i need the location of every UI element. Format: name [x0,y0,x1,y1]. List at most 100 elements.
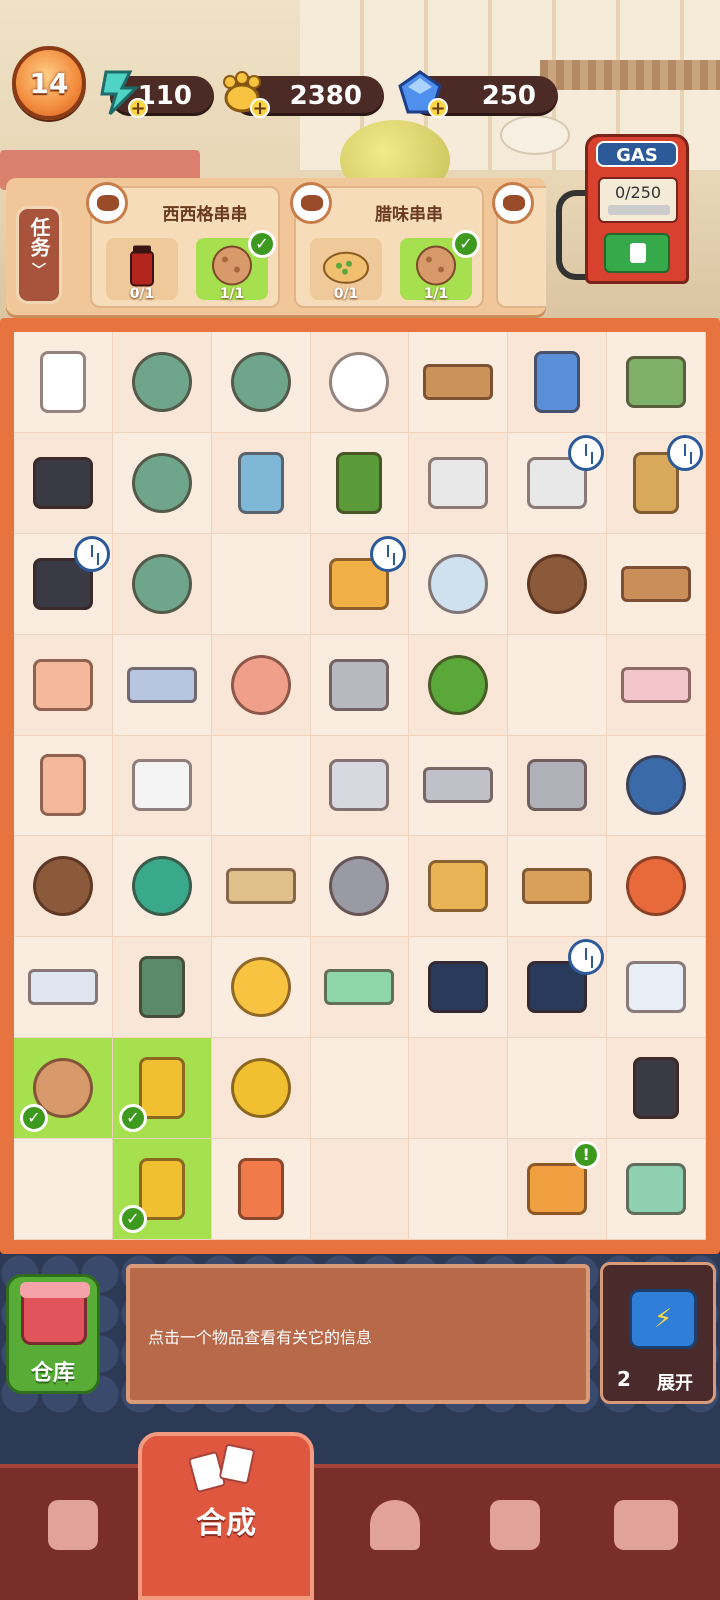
board-cell[interactable] [14,533,113,635]
board-cell[interactable] [409,735,509,837]
screw-icon[interactable] [329,856,390,917]
board-cell[interactable] [508,432,608,534]
sugar-cubes-icon[interactable] [131,759,192,812]
board-cell[interactable] [310,634,410,736]
bonsai-tree-icon[interactable] [336,451,383,514]
board-cell[interactable] [14,735,113,837]
task-tab-button[interactable]: 任务 ﹀ [16,206,62,304]
seaweed-rolls-icon[interactable] [32,456,93,509]
board-cell[interactable] [310,735,410,837]
add-gem-icon[interactable]: + [428,98,448,118]
order-slot[interactable]: 0/1 [106,238,178,302]
board-cell[interactable] [607,836,706,938]
board-cell[interactable] [112,332,212,433]
energy-counter[interactable]: + 110 [100,70,214,118]
board-cell[interactable] [211,937,311,1039]
player-level-badge[interactable]: 14 [12,46,86,120]
storage-button[interactable]: 仓库 [6,1274,100,1394]
board-cell[interactable] [310,533,410,635]
board-cell[interactable]: ✓ [14,1038,113,1140]
board-cell[interactable] [508,634,608,736]
pliers-2-icon[interactable] [138,1158,185,1221]
board-cell[interactable] [211,1038,311,1140]
nav-merge[interactable]: 合成 [138,1432,314,1600]
board-cell[interactable] [211,332,311,433]
skewer-plate-2-icon[interactable] [32,856,93,917]
expand-button[interactable]: 2 展开 [600,1262,716,1404]
board-cell[interactable] [14,332,113,433]
toaster-icon[interactable] [428,456,489,509]
skewer-pot-icon[interactable] [131,351,192,412]
folded-paper-icon[interactable] [39,754,86,817]
storage-chest-icon[interactable] [626,1163,687,1216]
board-cell[interactable] [508,533,608,635]
order-card-partial[interactable] [492,182,546,308]
board-cell[interactable] [508,836,608,938]
board-cell[interactable] [607,1038,706,1140]
board-cell[interactable]: ✓ [112,1038,212,1140]
ink-bottle-icon[interactable] [428,961,489,1014]
paper-stack-icon[interactable] [126,666,197,703]
board-cell[interactable] [409,533,509,635]
crumpled-paper-icon[interactable] [230,654,291,715]
board-cell[interactable] [112,634,212,736]
board-cell[interactable] [607,634,706,736]
board-cell[interactable] [409,634,509,736]
board-cell[interactable] [409,937,509,1039]
board-cell[interactable] [112,836,212,938]
skewer-plate-icon[interactable] [527,553,588,614]
board-cell[interactable] [508,937,608,1039]
board-cell[interactable] [607,735,706,837]
board-cell[interactable] [409,1139,509,1240]
hotpot-icon[interactable] [131,452,192,513]
board-cell[interactable] [211,1139,311,1240]
noodle-bowl-icon[interactable] [626,755,687,816]
nav-restaurant[interactable] [330,1470,460,1590]
paw-currency-counter[interactable]: + 2380 [223,71,384,118]
shrimp-bowl-icon[interactable] [626,856,687,917]
board-cell[interactable] [211,432,311,534]
tea-leaf-icon[interactable] [428,654,489,715]
board-cell[interactable] [211,533,311,635]
board-cell[interactable] [409,332,509,433]
board-cell[interactable] [14,634,113,736]
board-cell[interactable] [310,836,410,938]
add-paw-icon[interactable]: + [250,98,270,118]
board-cell[interactable] [409,432,509,534]
board-cell[interactable] [508,735,608,837]
paper-bag-icon[interactable] [428,860,489,913]
board-cell[interactable] [14,432,113,534]
notebook-icon[interactable] [534,350,581,413]
nav-bus[interactable] [580,1470,710,1590]
order-slot[interactable]: ✓ 1/1 [400,230,480,302]
metal-ingots-icon[interactable] [329,658,390,711]
peanut-bag-icon[interactable] [225,868,296,905]
board-cell[interactable] [607,533,706,635]
board-cell[interactable] [508,332,608,433]
towel-icon[interactable] [621,666,692,703]
board-cell[interactable] [310,332,410,433]
board-cell[interactable] [211,836,311,938]
pliers-icon[interactable] [138,1057,185,1120]
spice-rack-icon[interactable] [423,363,494,400]
board-cell[interactable] [508,1038,608,1140]
order-card[interactable]: 西西格串串 0/1 ✓ 1/1 [86,182,280,308]
add-energy-icon[interactable]: + [128,98,148,118]
board-cell[interactable] [409,836,509,938]
board-cell[interactable] [310,937,410,1039]
board-cell[interactable] [310,432,410,534]
board-cell[interactable] [112,432,212,534]
paw-coin-icon[interactable] [230,957,291,1018]
board-cell[interactable] [409,1038,509,1140]
board-cell[interactable] [310,1139,410,1240]
board-cell[interactable] [211,735,311,837]
order-slot[interactable]: ✓ 1/1 [196,230,276,302]
board-cell[interactable]: ! [508,1139,608,1240]
delivery-scooter-icon[interactable] [626,355,687,408]
gem-counter[interactable]: + 250 [398,70,558,118]
board-cell[interactable] [112,735,212,837]
medicine-bottle-icon[interactable] [633,1057,680,1120]
hotpot-2-icon[interactable] [131,553,192,614]
board-cell[interactable] [112,937,212,1039]
board-cell[interactable] [607,432,706,534]
